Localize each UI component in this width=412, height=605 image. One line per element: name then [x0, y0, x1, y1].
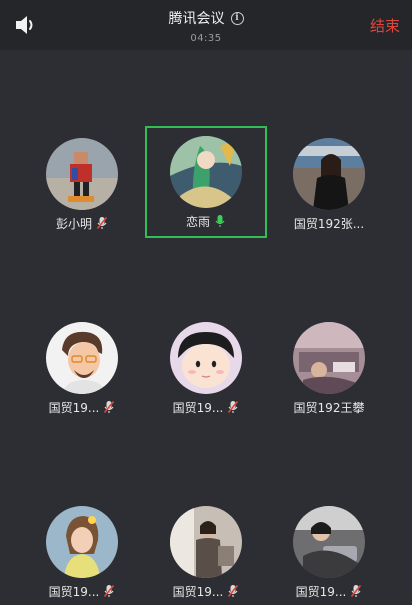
- meeting-title: 腾讯会议: [168, 11, 225, 27]
- participant-tile[interactable]: 国贸19...: [268, 496, 390, 605]
- name-row: 国贸192王攀: [268, 398, 390, 416]
- participant-name: 国贸192张...: [293, 216, 365, 231]
- participant-tile-active[interactable]: 恋雨: [145, 126, 267, 238]
- avatar: [293, 138, 365, 210]
- participant-tile[interactable]: 国贸192张...: [268, 128, 390, 240]
- participant-name: 国贸19...: [172, 584, 224, 599]
- mic-muted-icon: [351, 584, 362, 598]
- participant-name: 国贸19...: [48, 584, 100, 599]
- avatar: [46, 506, 118, 578]
- name-row: 国贸19...: [21, 398, 143, 416]
- avatar: [46, 138, 118, 210]
- participant-grid: 彭小明 恋雨 国贸192张... 国贸19... 国贸19... 国贸192王攀…: [0, 50, 412, 605]
- mic-muted-icon: [96, 216, 108, 230]
- avatar: [46, 322, 118, 394]
- participant-name: 国贸19...: [48, 400, 100, 415]
- participant-tile[interactable]: 国贸19...: [145, 312, 267, 424]
- avatar: [170, 322, 242, 394]
- meeting-timer: 04:35: [190, 33, 222, 44]
- participant-tile[interactable]: 国贸19...: [21, 312, 143, 424]
- participant-tile[interactable]: 国贸19...: [145, 496, 267, 605]
- mic-muted-icon: [104, 400, 115, 414]
- name-row: 恋雨: [147, 212, 265, 230]
- title-row: 腾讯会议 i: [169, 8, 244, 28]
- mic-muted-icon: [104, 584, 115, 598]
- name-row: 彭小明: [21, 214, 143, 232]
- participant-tile[interactable]: 彭小明: [21, 128, 143, 240]
- top-bar: 腾讯会议 i 04:35 结束: [0, 0, 412, 50]
- participant-tile[interactable]: 国贸192王攀: [268, 312, 390, 424]
- participant-name: 国贸192王攀: [293, 400, 365, 415]
- participant-name: 彭小明: [55, 216, 92, 231]
- avatar: [170, 506, 242, 578]
- end-meeting-button[interactable]: 结束: [370, 15, 400, 36]
- participant-tile[interactable]: 国贸19...: [21, 496, 143, 605]
- name-row: 国贸19...: [21, 582, 143, 600]
- name-row: 国贸19...: [145, 582, 267, 600]
- participant-name: 国贸19...: [172, 400, 224, 415]
- name-row: 国贸19...: [268, 582, 390, 600]
- title-area: 腾讯会议 i 04:35: [0, 8, 412, 44]
- info-icon[interactable]: i: [230, 11, 244, 25]
- name-row: 国贸192张...: [268, 214, 390, 232]
- participant-name: 恋雨: [185, 214, 210, 229]
- avatar: [293, 506, 365, 578]
- mic-muted-icon: [228, 584, 239, 598]
- avatar: [293, 322, 365, 394]
- avatar: [170, 136, 242, 208]
- mic-muted-icon: [228, 400, 239, 414]
- mic-speaking-icon: [215, 215, 225, 227]
- participant-name: 国贸19...: [295, 584, 347, 599]
- name-row: 国贸19...: [145, 398, 267, 416]
